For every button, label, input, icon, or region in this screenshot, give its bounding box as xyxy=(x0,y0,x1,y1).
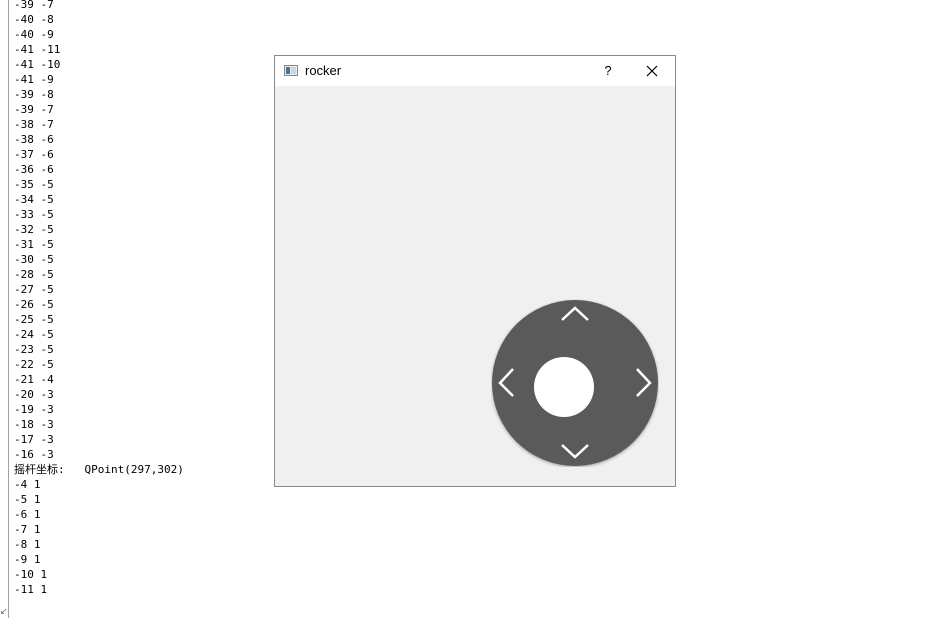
console-line: -41 -11 xyxy=(14,43,61,56)
console-line: -35 -5 xyxy=(14,178,54,191)
rocker-dialog: rocker ? xyxy=(274,55,676,487)
close-button[interactable] xyxy=(629,56,675,86)
console-line: -30 -5 xyxy=(14,253,54,266)
resize-corner-icon[interactable]: ↙ xyxy=(0,606,8,618)
app-window-icon xyxy=(284,65,298,76)
console-line: -11 1 xyxy=(14,583,48,596)
console-line: -19 -3 xyxy=(14,403,54,416)
console-line: -34 -5 xyxy=(14,193,54,206)
console-line: -27 -5 xyxy=(14,283,54,296)
console-line: -22 -5 xyxy=(14,358,54,371)
console-line: -21 -4 xyxy=(14,373,54,386)
console-line: -25 -5 xyxy=(14,313,54,326)
console-line: -32 -5 xyxy=(14,223,54,236)
console-line: -18 -3 xyxy=(14,418,54,431)
console-line: -16 -3 xyxy=(14,448,54,461)
console-line: -17 -3 xyxy=(14,433,54,446)
console-line: -39 -7 xyxy=(14,0,54,11)
console-line: -40 -8 xyxy=(14,13,54,26)
close-icon xyxy=(646,65,658,77)
console-line: -40 -9 xyxy=(14,28,54,41)
client-area xyxy=(275,86,675,486)
console-line: -20 -3 xyxy=(14,388,54,401)
console-line: 摇杆坐标: QPoint(297,302) xyxy=(14,463,184,476)
console-line: -28 -5 xyxy=(14,268,54,281)
joystick-knob[interactable] xyxy=(534,357,594,417)
window-title: rocker xyxy=(305,63,342,78)
console-line: -36 -6 xyxy=(14,163,54,176)
console-line: -8 1 xyxy=(14,538,41,551)
console-line: -24 -5 xyxy=(14,328,54,341)
console-line: -31 -5 xyxy=(14,238,54,251)
console-line: -38 -6 xyxy=(14,133,54,146)
console-line: -39 -7 xyxy=(14,103,54,116)
console-line: -23 -5 xyxy=(14,343,54,356)
console-line: -41 -10 xyxy=(14,58,61,71)
console-line: -4 1 xyxy=(14,478,41,491)
console-line: -38 -7 xyxy=(14,118,54,131)
console-line: -9 1 xyxy=(14,553,41,566)
console-border xyxy=(8,0,9,618)
console-line: -41 -9 xyxy=(14,73,54,86)
console-line: -5 1 xyxy=(14,493,41,506)
console-line: -39 -8 xyxy=(14,88,54,101)
console-line: -26 -5 xyxy=(14,298,54,311)
joystick[interactable] xyxy=(491,299,659,467)
title-bar[interactable]: rocker ? xyxy=(275,56,675,86)
console-line: -6 1 xyxy=(14,508,41,521)
console-log: -39 -7 -40 -8 -40 -9 -41 -11 -41 -10 -41 -9 -3… xyxy=(14,0,184,597)
console-line: -37 -6 xyxy=(14,148,54,161)
console-line: -33 -5 xyxy=(14,208,54,221)
console-line: -7 1 xyxy=(14,523,41,536)
console-line: -10 1 xyxy=(14,568,48,581)
help-button[interactable]: ? xyxy=(587,56,629,86)
